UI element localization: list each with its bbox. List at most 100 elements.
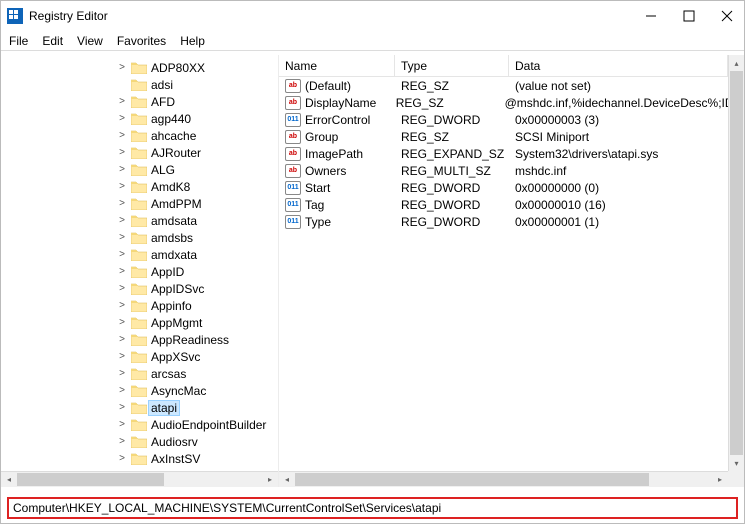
tree-item[interactable]: >ALG — [1, 161, 278, 178]
scroll-right-button[interactable]: ▸ — [262, 472, 278, 487]
list-row[interactable]: 011TypeREG_DWORD0x00000001 (1) — [279, 213, 728, 230]
value-name: Start — [305, 181, 330, 195]
list-row[interactable]: abImagePathREG_EXPAND_SZSystem32\drivers… — [279, 145, 728, 162]
expand-chevron-icon[interactable]: > — [115, 419, 129, 430]
expand-chevron-icon[interactable]: > — [115, 334, 129, 345]
expand-chevron-icon[interactable]: > — [115, 266, 129, 277]
scroll-down-button[interactable]: ▾ — [729, 455, 744, 471]
expand-chevron-icon[interactable]: > — [115, 283, 129, 294]
expand-chevron-icon[interactable]: > — [115, 402, 129, 413]
tree-item[interactable]: >agp440 — [1, 110, 278, 127]
dword-value-icon: 011 — [285, 215, 301, 229]
column-header-type[interactable]: Type — [395, 55, 509, 76]
column-header-name[interactable]: Name — [279, 55, 395, 76]
values-horizontal-scrollbar[interactable]: ◂ ▸ — [279, 471, 728, 487]
tree-item[interactable]: >AppMgmt — [1, 314, 278, 331]
value-type: REG_DWORD — [395, 198, 509, 212]
tree-item[interactable]: >ahcache — [1, 127, 278, 144]
dword-value-icon: 011 — [285, 113, 301, 127]
expand-chevron-icon[interactable]: > — [115, 368, 129, 379]
value-data: (value not set) — [509, 79, 728, 93]
minimize-button[interactable] — [644, 9, 658, 23]
expand-chevron-icon[interactable]: > — [115, 300, 129, 311]
tree-item[interactable]: >AppXSvc — [1, 348, 278, 365]
tree-item-label: AppIDSvc — [151, 282, 204, 296]
list-row[interactable]: abGroupREG_SZSCSI Miniport — [279, 128, 728, 145]
tree-item-label: AppID — [151, 265, 184, 279]
tree-item[interactable]: >atapi — [1, 399, 278, 416]
list-row[interactable]: ab(Default)REG_SZ(value not set) — [279, 77, 728, 94]
folder-icon — [131, 78, 147, 91]
tree-item[interactable]: > AppIDSvc — [1, 280, 278, 297]
tree-item[interactable]: >AudioEndpointBuilder — [1, 416, 278, 433]
scroll-up-button[interactable]: ▴ — [729, 55, 744, 71]
scroll-thumb[interactable] — [730, 71, 743, 455]
expand-chevron-icon[interactable]: > — [115, 351, 129, 362]
tree-item[interactable]: >Audiosrv — [1, 433, 278, 450]
string-value-icon: ab — [285, 130, 301, 144]
folder-icon — [131, 214, 147, 227]
folder-icon — [131, 316, 147, 329]
menu-view[interactable]: View — [77, 34, 103, 48]
tree-item[interactable]: >AmdPPM — [1, 195, 278, 212]
column-header-data[interactable]: Data — [509, 55, 728, 76]
expand-chevron-icon[interactable]: > — [115, 317, 129, 328]
expand-chevron-icon[interactable]: > — [115, 215, 129, 226]
expand-chevron-icon[interactable]: > — [115, 232, 129, 243]
expand-chevron-icon[interactable]: > — [115, 164, 129, 175]
list-row[interactable]: abOwnersREG_MULTI_SZmshdc.inf — [279, 162, 728, 179]
registry-tree[interactable]: >ADP80XXadsi>AFD>agp440>ahcache>AJRouter… — [1, 59, 278, 471]
tree-item[interactable]: > AmdK8 — [1, 178, 278, 195]
folder-icon — [131, 333, 147, 346]
tree-item[interactable]: >AppReadiness — [1, 331, 278, 348]
expand-chevron-icon[interactable]: > — [115, 453, 129, 464]
scroll-left-button[interactable]: ◂ — [279, 472, 295, 487]
tree-item[interactable]: >AFD — [1, 93, 278, 110]
expand-chevron-icon[interactable]: > — [115, 62, 129, 73]
close-button[interactable] — [720, 9, 734, 23]
tree-item[interactable]: adsi — [1, 76, 278, 93]
tree-item[interactable]: >arcsas — [1, 365, 278, 382]
expand-chevron-icon[interactable]: > — [115, 181, 129, 192]
tree-item-label: AmdK8 — [151, 180, 190, 194]
tree-item[interactable]: >amdsbs — [1, 229, 278, 246]
tree-item[interactable]: >amdsata — [1, 212, 278, 229]
tree-item[interactable]: >AsyncMac — [1, 382, 278, 399]
value-type: REG_DWORD — [395, 181, 509, 195]
expand-chevron-icon[interactable]: > — [115, 198, 129, 209]
tree-item[interactable]: >AxInstSV — [1, 450, 278, 467]
scroll-left-button[interactable]: ◂ — [1, 472, 17, 487]
list-row[interactable]: 011ErrorControlREG_DWORD0x00000003 (3) — [279, 111, 728, 128]
expand-chevron-icon[interactable]: > — [115, 130, 129, 141]
expand-chevron-icon[interactable]: > — [115, 147, 129, 158]
scroll-right-button[interactable]: ▸ — [712, 472, 728, 487]
tree-item[interactable]: >amdxata — [1, 246, 278, 263]
maximize-button[interactable] — [682, 9, 696, 23]
expand-chevron-icon[interactable]: > — [115, 249, 129, 260]
tree-horizontal-scrollbar[interactable]: ◂ ▸ — [1, 471, 278, 487]
value-name: Owners — [305, 164, 346, 178]
expand-chevron-icon[interactable]: > — [115, 96, 129, 107]
tree-item[interactable]: >ADP80XX — [1, 59, 278, 76]
scroll-thumb[interactable] — [17, 473, 164, 486]
scroll-track[interactable] — [17, 472, 262, 487]
list-row[interactable]: 011StartREG_DWORD0x00000000 (0) — [279, 179, 728, 196]
scroll-track[interactable] — [729, 71, 744, 455]
folder-icon — [131, 435, 147, 448]
values-vertical-scrollbar[interactable]: ▴ ▾ — [728, 55, 744, 471]
menu-help[interactable]: Help — [180, 34, 205, 48]
tree-item[interactable]: > AppID — [1, 263, 278, 280]
tree-item[interactable]: >Appinfo — [1, 297, 278, 314]
expand-chevron-icon[interactable]: > — [115, 113, 129, 124]
expand-chevron-icon[interactable]: > — [115, 436, 129, 447]
menu-file[interactable]: File — [9, 34, 28, 48]
menu-edit[interactable]: Edit — [42, 34, 63, 48]
address-bar[interactable]: Computer\HKEY_LOCAL_MACHINE\SYSTEM\Curre… — [7, 497, 738, 519]
list-row[interactable]: 011TagREG_DWORD0x00000010 (16) — [279, 196, 728, 213]
expand-chevron-icon[interactable]: > — [115, 385, 129, 396]
tree-item[interactable]: >AJRouter — [1, 144, 278, 161]
scroll-track[interactable] — [295, 472, 712, 487]
menu-favorites[interactable]: Favorites — [117, 34, 166, 48]
list-row[interactable]: abDisplayNameREG_SZ@mshdc.inf,%idechanne… — [279, 94, 728, 111]
scroll-thumb[interactable] — [295, 473, 649, 486]
